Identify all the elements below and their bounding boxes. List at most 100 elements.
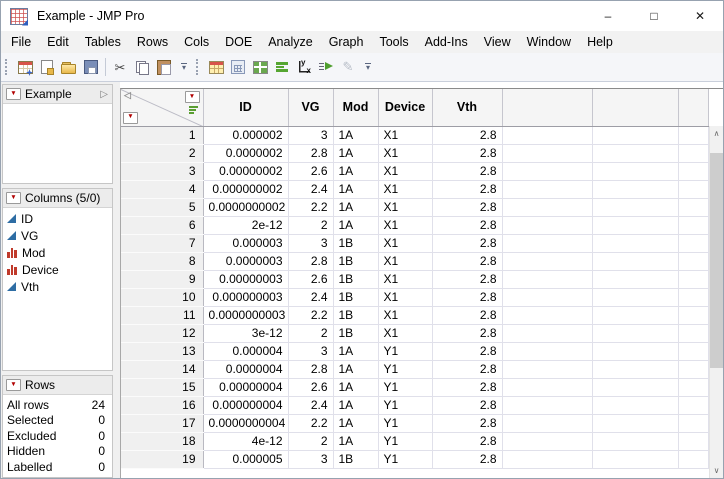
cell-vth[interactable]: 2.8	[432, 324, 503, 343]
cell-vg[interactable]: 3	[288, 234, 334, 253]
column-header-id[interactable]: ID	[203, 89, 289, 127]
cell-id[interactable]: 0.0000000004	[203, 414, 289, 433]
row-number[interactable]: 2	[121, 144, 204, 163]
menu-view[interactable]: View	[476, 31, 519, 53]
cell-id[interactable]: 0.000002	[203, 126, 289, 145]
row-number[interactable]: 14	[121, 360, 204, 379]
row-number[interactable]: 11	[121, 306, 204, 325]
cell-id[interactable]: 0.0000000002	[203, 198, 289, 217]
cell-id[interactable]: 0.000004	[203, 342, 289, 361]
cell-id[interactable]: 0.0000004	[203, 360, 289, 379]
row-number[interactable]: 12	[121, 324, 204, 343]
row-number[interactable]: 13	[121, 342, 204, 361]
cell-id[interactable]: 0.00000003	[203, 270, 289, 289]
menu-rows[interactable]: Rows	[129, 31, 176, 53]
cell-vth[interactable]: 2.8	[432, 198, 503, 217]
cell-device[interactable]: Y1	[378, 432, 433, 451]
cell-device[interactable]: X1	[378, 180, 433, 199]
expand-panel-icon[interactable]: ▷	[100, 89, 108, 100]
cell-device[interactable]: Y1	[378, 360, 433, 379]
cell-device[interactable]: Y1	[378, 396, 433, 415]
cell-id[interactable]: 0.00000002	[203, 162, 289, 181]
cell-vg[interactable]: 2.8	[288, 360, 334, 379]
column-header-vth[interactable]: Vth	[432, 89, 503, 127]
scroll-up-icon[interactable]: ∧	[710, 126, 723, 141]
cell-vth[interactable]: 2.8	[432, 270, 503, 289]
row-stat-labelled[interactable]: Labelled 0	[3, 459, 112, 475]
cell-vg[interactable]: 2.4	[288, 288, 334, 307]
cell-device[interactable]: X1	[378, 324, 433, 343]
cell-device[interactable]: Y1	[378, 414, 433, 433]
cell-device[interactable]: X1	[378, 126, 433, 145]
row-number[interactable]: 4	[121, 180, 204, 199]
scroll-thumb[interactable]	[710, 153, 723, 368]
table-menu-button[interactable]	[6, 88, 21, 100]
new-data-table-button[interactable]	[14, 56, 36, 78]
columns-corner-menu-button[interactable]	[184, 91, 200, 103]
cell-id[interactable]: 0.000000004	[203, 396, 289, 415]
menu-cols[interactable]: Cols	[176, 31, 217, 53]
cell-vth[interactable]: 2.8	[432, 216, 503, 235]
cell-mod[interactable]: 1B	[333, 270, 379, 289]
column-header-vg[interactable]: VG	[288, 89, 334, 127]
cell-mod[interactable]: 1A	[333, 378, 379, 397]
cell-mod[interactable]: 1A	[333, 396, 379, 415]
cell-device[interactable]: Y1	[378, 450, 433, 469]
cell-mod[interactable]: 1A	[333, 144, 379, 163]
summary-button[interactable]	[227, 56, 249, 78]
cell-mod[interactable]: 1A	[333, 198, 379, 217]
cell-id[interactable]: 4e-12	[203, 432, 289, 451]
cell-device[interactable]: X1	[378, 270, 433, 289]
menu-edit[interactable]: Edit	[39, 31, 77, 53]
row-stat-selected[interactable]: Selected 0	[3, 413, 112, 429]
cell-vg[interactable]: 2.4	[288, 396, 334, 415]
cell-vth[interactable]: 2.8	[432, 144, 503, 163]
run-formula-button[interactable]	[315, 56, 337, 78]
copy-button[interactable]	[131, 56, 153, 78]
cell-vg[interactable]: 2.2	[288, 306, 334, 325]
cell-mod[interactable]: 1A	[333, 216, 379, 235]
menu-doe[interactable]: DOE	[217, 31, 260, 53]
cell-mod[interactable]: 1A	[333, 180, 379, 199]
cell-vth[interactable]: 2.8	[432, 306, 503, 325]
cell-vth[interactable]: 2.8	[432, 126, 503, 145]
graph-bars-button[interactable]	[271, 56, 293, 78]
menu-window[interactable]: Window	[519, 31, 579, 53]
cell-mod[interactable]: 1A	[333, 432, 379, 451]
cell-mod[interactable]: 1B	[333, 288, 379, 307]
save-button[interactable]	[80, 56, 102, 78]
column-item-mod[interactable]: Mod	[3, 244, 112, 261]
column-item-vth[interactable]: Vth	[3, 278, 112, 295]
cell-vth[interactable]: 2.8	[432, 252, 503, 271]
row-number[interactable]: 3	[121, 162, 204, 181]
cell-mod[interactable]: 1A	[333, 342, 379, 361]
cell-vg[interactable]: 2.8	[288, 144, 334, 163]
cell-vg[interactable]: 2.2	[288, 414, 334, 433]
cell-mod[interactable]: 1B	[333, 450, 379, 469]
cell-vth[interactable]: 2.8	[432, 360, 503, 379]
cell-device[interactable]: X1	[378, 252, 433, 271]
column-header-mod[interactable]: Mod	[333, 89, 379, 127]
row-number[interactable]: 1	[121, 126, 204, 145]
new-journal-button[interactable]	[36, 56, 58, 78]
toolbar-overflow-icon[interactable]	[362, 63, 374, 71]
row-number[interactable]: 5	[121, 198, 204, 217]
cell-id[interactable]: 0.000005	[203, 450, 289, 469]
cell-vg[interactable]: 2	[288, 324, 334, 343]
data-table-button[interactable]	[205, 56, 227, 78]
scroll-track[interactable]	[710, 141, 723, 463]
menu-help[interactable]: Help	[579, 31, 621, 53]
row-number[interactable]: 17	[121, 414, 204, 433]
cell-vg[interactable]: 2.2	[288, 198, 334, 217]
cell-vg[interactable]: 2	[288, 432, 334, 451]
row-number[interactable]: 9	[121, 270, 204, 289]
row-number[interactable]: 18	[121, 432, 204, 451]
menu-tools[interactable]: Tools	[371, 31, 416, 53]
cell-vth[interactable]: 2.8	[432, 288, 503, 307]
cell-vth[interactable]: 2.8	[432, 432, 503, 451]
cell-mod[interactable]: 1A	[333, 162, 379, 181]
cell-id[interactable]: 0.0000002	[203, 144, 289, 163]
menu-addins[interactable]: Add-Ins	[417, 31, 476, 53]
cell-vg[interactable]: 2.6	[288, 378, 334, 397]
cell-vg[interactable]: 3	[288, 126, 334, 145]
